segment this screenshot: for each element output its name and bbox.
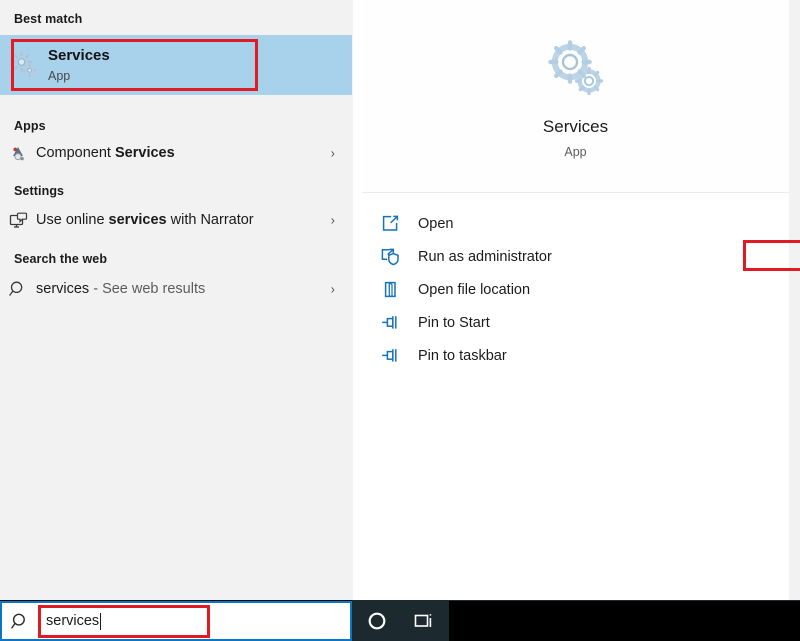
- result-item-web-search[interactable]: services - See web results ›: [0, 272, 353, 306]
- taskbar-black-area: [449, 601, 800, 641]
- section-header-settings: Settings: [14, 184, 64, 198]
- section-header-search-the-web: Search the web: [14, 252, 107, 266]
- result-item-component-services[interactable]: Component Services ›: [0, 136, 353, 170]
- folder-location-icon: [362, 280, 418, 299]
- action-pin-to-taskbar[interactable]: Pin to taskbar: [362, 339, 789, 372]
- open-external-icon: [362, 214, 418, 233]
- search-input[interactable]: services: [38, 607, 336, 636]
- best-match-result[interactable]: Services App: [0, 35, 352, 95]
- chevron-right-icon[interactable]: ›: [331, 283, 335, 296]
- gears-icon: [0, 51, 48, 79]
- section-header-apps: Apps: [14, 119, 46, 133]
- label-prefix: Component: [36, 145, 115, 161]
- preview-divider: [362, 192, 789, 193]
- search-input-value: services: [38, 613, 99, 629]
- action-open[interactable]: Open: [362, 207, 789, 240]
- start-menu-search-screen: Best match: [0, 0, 800, 641]
- task-view-icon: [413, 611, 437, 631]
- component-services-icon: [0, 144, 36, 162]
- result-label-component-services: Component Services: [36, 145, 175, 161]
- label-suffix: - See web results: [89, 281, 205, 297]
- narrator-icon: [0, 211, 36, 230]
- result-label-web-search: services - See web results: [36, 281, 205, 297]
- action-label-open: Open: [418, 216, 453, 232]
- label-match: services: [36, 281, 89, 297]
- cortana-button[interactable]: [353, 601, 401, 641]
- search-icon: [0, 280, 36, 298]
- shield-run-icon: [362, 247, 418, 266]
- cortana-circle-icon: [366, 610, 388, 632]
- best-match-subtitle: App: [48, 69, 110, 83]
- action-open-file-location[interactable]: Open file location: [362, 273, 789, 306]
- pin-icon: [362, 313, 418, 332]
- panel-gap: [789, 0, 800, 600]
- taskbar-search-box[interactable]: services: [0, 601, 352, 641]
- app-preview-subtitle: App: [362, 145, 789, 159]
- pin-icon: [362, 346, 418, 365]
- label-prefix: Use online: [36, 212, 109, 228]
- label-match: services: [109, 212, 167, 228]
- app-preview-title: Services: [362, 117, 789, 137]
- task-view-button[interactable]: [401, 601, 449, 641]
- text-caret: [100, 613, 101, 630]
- section-header-best-match: Best match: [14, 12, 82, 26]
- action-label-run-as-administrator: Run as administrator: [418, 249, 552, 265]
- chevron-right-icon[interactable]: ›: [331, 147, 335, 160]
- action-label-pin-to-start: Pin to Start: [418, 315, 490, 331]
- chevron-right-icon[interactable]: ›: [331, 214, 335, 227]
- label-suffix: with Narrator: [167, 212, 254, 228]
- label-match: Services: [115, 145, 175, 161]
- action-run-as-administrator[interactable]: Run as administrator: [362, 240, 789, 273]
- search-results-panel: Best match: [0, 0, 353, 600]
- result-label-narrator-online-services: Use online services with Narrator: [36, 212, 254, 228]
- best-match-title: Services: [48, 47, 110, 64]
- app-preview-panel: Services App Open: [362, 0, 789, 600]
- search-icon: [2, 612, 38, 631]
- result-item-narrator-online-services[interactable]: Use online services with Narrator ›: [0, 203, 353, 237]
- action-label-open-file-location: Open file location: [418, 282, 530, 298]
- gears-icon: [362, 40, 789, 98]
- action-label-pin-to-taskbar: Pin to taskbar: [418, 348, 507, 364]
- action-pin-to-start[interactable]: Pin to Start: [362, 306, 789, 339]
